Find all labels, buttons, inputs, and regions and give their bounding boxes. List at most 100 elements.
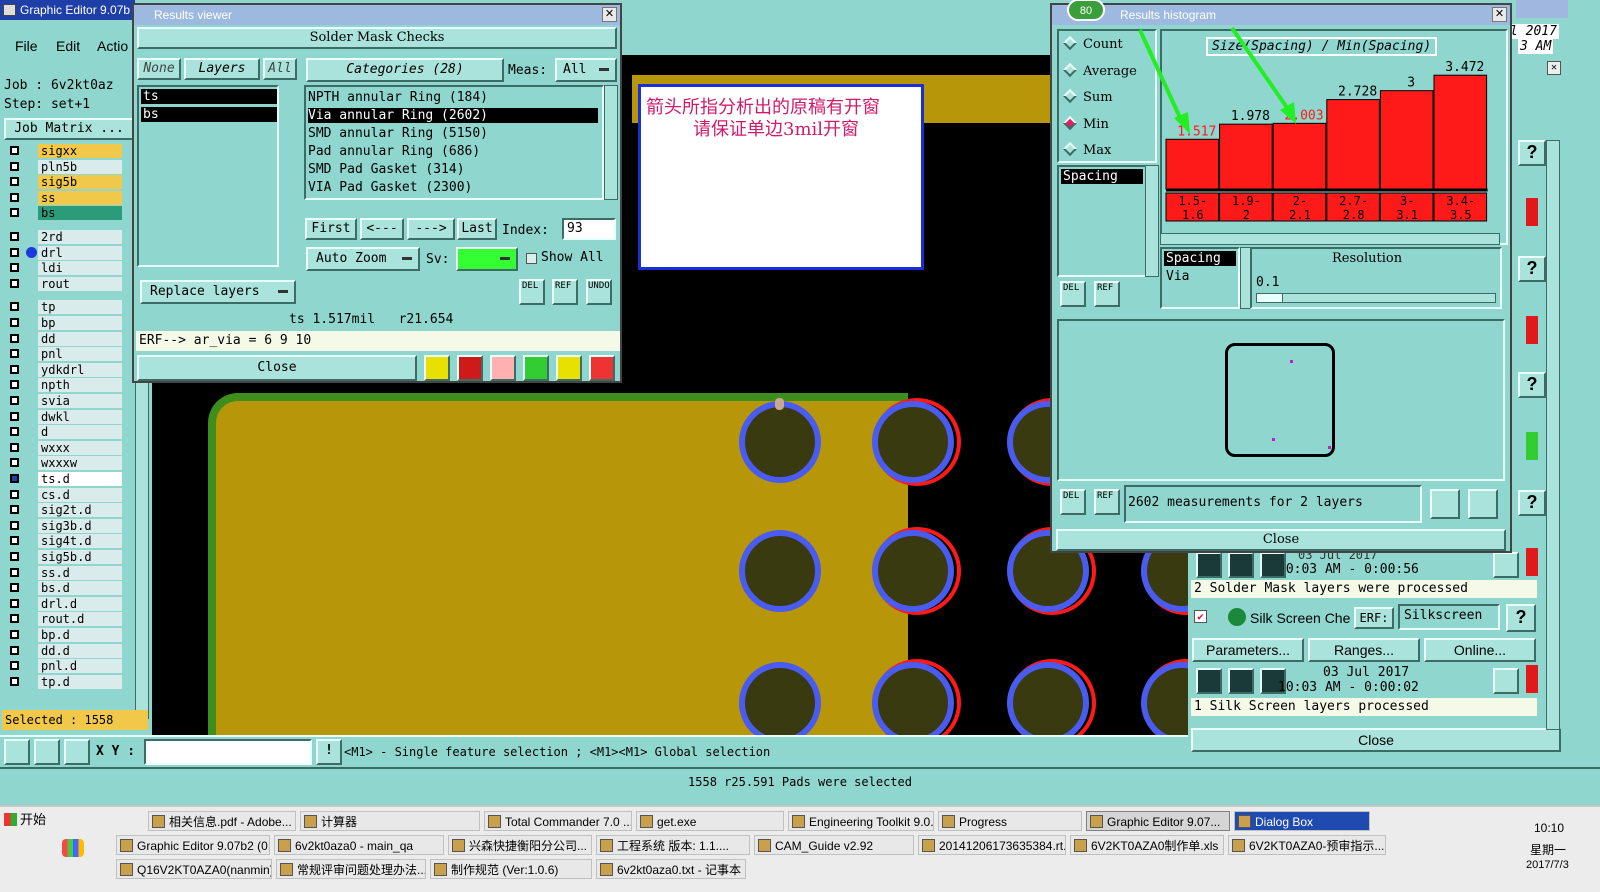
help-button[interactable]: ? bbox=[1518, 140, 1546, 166]
taskbar-item[interactable]: 6V2KT0AZA0-预审指示... bbox=[1228, 835, 1386, 855]
layer-row[interactable]: ldi bbox=[8, 261, 122, 276]
tool-icon[interactable] bbox=[64, 739, 90, 765]
start-button[interactable]: 开始 bbox=[2, 809, 50, 831]
taskbar-item[interactable]: 工程系统 版本: 1.1.... bbox=[596, 835, 750, 855]
layer-checkbox[interactable] bbox=[10, 318, 19, 327]
layer-checkbox[interactable] bbox=[10, 333, 19, 343]
first-button[interactable]: First bbox=[305, 218, 357, 240]
layer-row[interactable]: ydkdrl bbox=[8, 362, 122, 377]
layer-row[interactable]: sig4t.d bbox=[8, 534, 122, 549]
layer-row[interactable]: wxxx bbox=[8, 440, 122, 455]
status-icon[interactable] bbox=[1260, 552, 1286, 578]
help-button[interactable]: ? bbox=[1518, 256, 1546, 282]
histogram-bar[interactable] bbox=[1326, 99, 1380, 190]
layer-checkbox[interactable] bbox=[10, 676, 19, 686]
layer-checkbox[interactable] bbox=[10, 396, 19, 405]
layer-row[interactable]: drl bbox=[8, 245, 122, 260]
close-icon[interactable]: ✕ bbox=[1547, 61, 1561, 75]
list-item[interactable]: ts bbox=[141, 89, 277, 104]
layer-checkbox[interactable] bbox=[10, 661, 19, 671]
layer-checkbox[interactable] bbox=[10, 567, 19, 577]
ref-button[interactable]: REF bbox=[552, 279, 578, 305]
layer-checkbox[interactable] bbox=[10, 583, 19, 593]
tool-icon-1[interactable] bbox=[424, 355, 450, 381]
layer-row[interactable]: dd.d bbox=[8, 643, 122, 658]
histogram-bar[interactable] bbox=[1433, 74, 1488, 190]
del-button[interactable]: DEL bbox=[519, 279, 545, 305]
taskbar-item[interactable]: 制作规范 (Ver:1.0.6) bbox=[430, 859, 592, 879]
tab-none[interactable]: None bbox=[137, 58, 181, 80]
taskbar-item[interactable]: Progress bbox=[938, 811, 1082, 831]
layer-row[interactable]: sigxx bbox=[8, 144, 122, 158]
layer-row[interactable]: rout.d bbox=[8, 612, 122, 627]
list-item[interactable]: VIA Pad Gasket (2300) bbox=[308, 180, 472, 195]
right-scrollbar[interactable] bbox=[1546, 140, 1560, 730]
layer-row[interactable]: svia bbox=[8, 394, 122, 408]
auto-zoom-dropdown[interactable]: Auto Zoom bbox=[306, 247, 420, 271]
radio-sum[interactable]: Sum bbox=[1062, 88, 1113, 105]
ranges-button[interactable]: Ranges... bbox=[1308, 638, 1420, 662]
taskbar-item[interactable]: Total Commander 7.0 ... bbox=[484, 811, 632, 831]
menu-file[interactable]: File bbox=[15, 38, 38, 54]
tool-icon-2[interactable] bbox=[457, 355, 483, 381]
meas-dropdown[interactable]: All bbox=[555, 58, 617, 82]
taskbar-item[interactable]: 相关信息.pdf - Adobe... bbox=[148, 811, 296, 831]
taskbar-item[interactable]: 20141206173635384.rt... bbox=[918, 835, 1066, 855]
taskbar-item[interactable]: get.exe bbox=[636, 811, 784, 831]
layer-checkbox[interactable] bbox=[10, 536, 19, 546]
layer-row[interactable]: bp bbox=[8, 316, 122, 330]
layer-checkbox[interactable] bbox=[10, 505, 19, 515]
taskbar-item[interactable]: 常规评审问题处理办法... bbox=[276, 859, 426, 879]
pad[interactable] bbox=[739, 530, 821, 612]
parameters-button[interactable]: Parameters... bbox=[1192, 638, 1304, 662]
layer-row[interactable]: sig3b.d bbox=[8, 518, 122, 533]
layer-checkbox[interactable] bbox=[10, 349, 19, 359]
layer-checkbox[interactable] bbox=[10, 161, 19, 171]
layer-checkbox[interactable] bbox=[10, 146, 19, 155]
taskbar-item[interactable]: Graphic Editor 9.07... bbox=[1086, 811, 1230, 831]
layer-checkbox[interactable] bbox=[10, 232, 19, 241]
show-all-checkbox[interactable] bbox=[526, 253, 537, 264]
status-icon[interactable] bbox=[1228, 668, 1254, 694]
histogram-list-scrollbar[interactable] bbox=[1145, 165, 1159, 277]
list-item[interactable]: Spacing bbox=[1061, 169, 1143, 184]
status-icon[interactable] bbox=[1228, 552, 1254, 578]
layer-checkbox[interactable] bbox=[10, 520, 19, 530]
layer-row[interactable]: bp.d bbox=[8, 628, 122, 642]
status-icon[interactable] bbox=[1196, 668, 1222, 694]
index-input[interactable]: 93 bbox=[562, 218, 616, 240]
layer-row[interactable]: sig2t.d bbox=[8, 503, 122, 518]
list-item[interactable]: SMD annular Ring (5150) bbox=[308, 126, 488, 141]
layer-checkbox[interactable] bbox=[10, 598, 19, 608]
tool-icon-3[interactable] bbox=[490, 355, 516, 381]
help-button[interactable]: ? bbox=[1506, 604, 1536, 632]
pad[interactable] bbox=[872, 662, 954, 735]
radio-max[interactable]: Max bbox=[1062, 141, 1111, 158]
list-item[interactable]: Spacing bbox=[1164, 251, 1236, 266]
layer-checkbox[interactable] bbox=[10, 442, 19, 452]
layer-checkbox[interactable] bbox=[10, 192, 19, 202]
chart-scrollbar-h[interactable] bbox=[1160, 233, 1500, 245]
layer-checkbox[interactable] bbox=[10, 474, 19, 483]
layer-checkbox[interactable] bbox=[10, 263, 19, 273]
taskbar-item[interactable]: 兴森快捷衡阳分公司... bbox=[448, 835, 592, 855]
layer-checkbox[interactable] bbox=[10, 411, 19, 421]
undo-button[interactable]: UNDO bbox=[586, 279, 612, 305]
layer-row[interactable]: rout bbox=[8, 276, 122, 291]
radio-count[interactable]: Count bbox=[1062, 35, 1123, 52]
histogram-close-button[interactable]: Close bbox=[1056, 529, 1506, 551]
help-button[interactable]: ? bbox=[1518, 372, 1546, 398]
pad[interactable] bbox=[1141, 662, 1188, 735]
histogram-bar[interactable] bbox=[1379, 90, 1434, 190]
histogram-list[interactable]: Spacing bbox=[1057, 165, 1147, 277]
replace-layers-dropdown[interactable]: Replace layers bbox=[140, 280, 296, 304]
pad[interactable] bbox=[872, 401, 954, 483]
layer-checkbox[interactable] bbox=[10, 489, 19, 499]
layer-checkbox[interactable] bbox=[10, 427, 19, 437]
layer-row[interactable]: bs bbox=[8, 206, 122, 221]
layer-row[interactable]: bs.d bbox=[8, 581, 122, 596]
layer-checkbox[interactable] bbox=[10, 645, 19, 655]
categories-scrollbar[interactable] bbox=[604, 85, 618, 200]
list-item[interactable]: SMD Pad Gasket (314) bbox=[308, 162, 465, 177]
list-item[interactable]: bs bbox=[141, 107, 277, 122]
